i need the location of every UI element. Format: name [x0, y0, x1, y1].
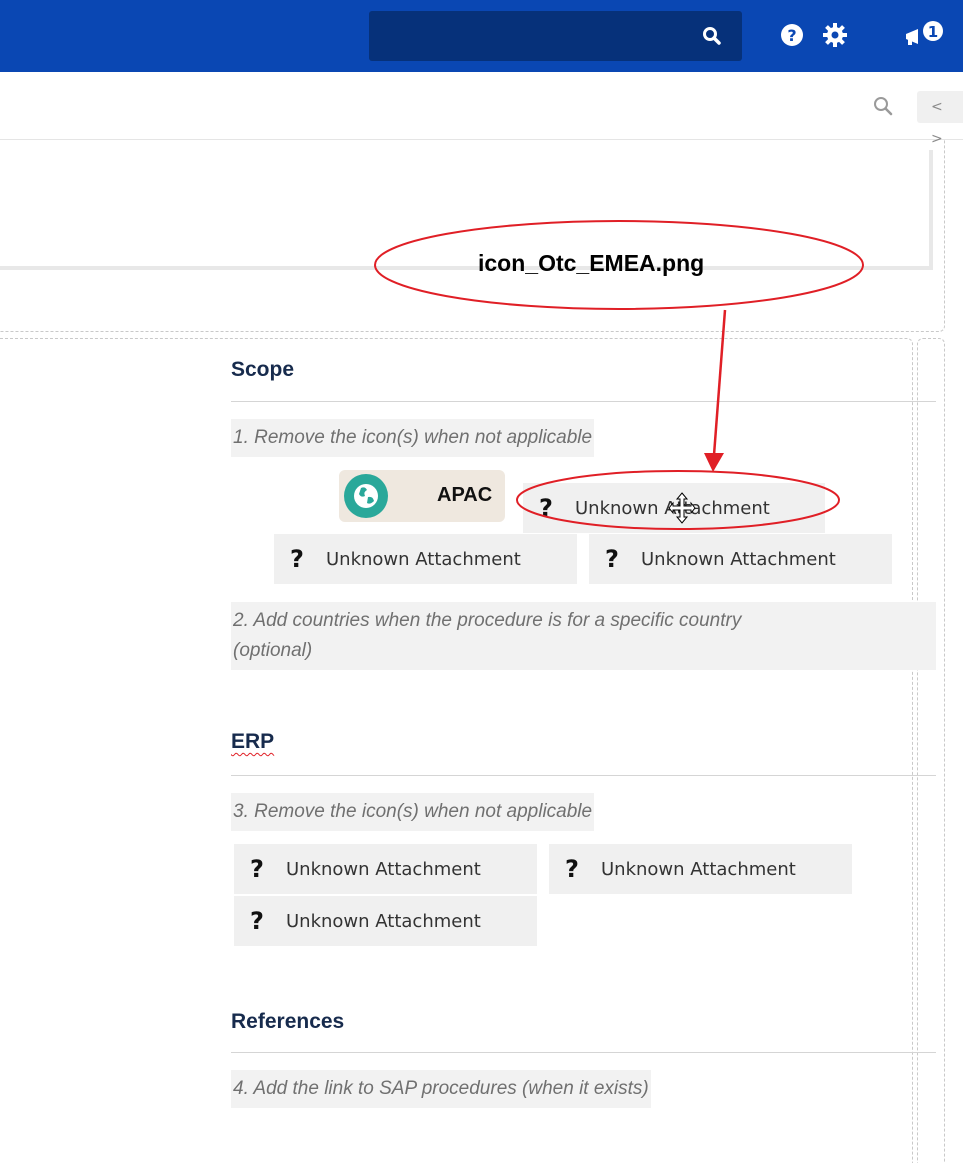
- attachment-label: Unknown Attachment: [326, 548, 521, 570]
- question-mark-icon: ?: [565, 855, 579, 883]
- notification-count-badge: 1: [928, 23, 938, 41]
- annotation-label: icon_Otc_EMEA.png: [478, 250, 705, 276]
- upper-inner-panel: [0, 150, 933, 270]
- references-instruction: 4. Add the link to SAP procedures (when …: [231, 1070, 651, 1108]
- erp-heading: ERP: [231, 730, 275, 753]
- search-icon[interactable]: [873, 96, 893, 116]
- attachment-label: Unknown Attachment: [286, 858, 481, 880]
- top-navigation-bar: ? 1: [0, 0, 963, 72]
- globe-icon: [344, 474, 388, 518]
- unknown-attachment[interactable]: ? Unknown Attachment: [274, 534, 577, 584]
- page-toolbar: < >: [0, 72, 963, 147]
- scope-divider: [231, 401, 936, 402]
- global-search-input[interactable]: [369, 11, 742, 61]
- right-column-frame: [917, 338, 945, 1163]
- gear-icon[interactable]: [822, 22, 848, 48]
- countries-instruction-line1: 2. Add countries when the procedure is f…: [233, 610, 742, 631]
- references-divider: [231, 1052, 936, 1053]
- svg-text:?: ?: [787, 26, 796, 45]
- left-column: [0, 338, 913, 1163]
- scope-heading: Scope: [231, 358, 295, 381]
- question-mark-icon: ?: [250, 855, 264, 883]
- search-icon[interactable]: [702, 26, 722, 46]
- references-heading: References: [231, 1010, 345, 1033]
- erp-instruction: 3. Remove the icon(s) when not applicabl…: [231, 793, 595, 831]
- question-mark-icon: ?: [250, 907, 264, 935]
- countries-instruction: 2. Add countries when the procedure is f…: [231, 602, 936, 670]
- code-toggle-button[interactable]: < >: [917, 91, 963, 147]
- apac-label: APAC: [437, 484, 493, 506]
- unknown-attachment[interactable]: ? Unknown Attachment: [234, 844, 537, 894]
- attachment-label: Unknown Attachment: [286, 910, 481, 932]
- unknown-attachment[interactable]: ? Unknown Attachment: [549, 844, 852, 894]
- unknown-attachment[interactable]: ? Unknown Attachment: [589, 534, 892, 584]
- countries-instruction-line2: (optional): [233, 640, 313, 661]
- question-mark-icon: ?: [290, 545, 304, 573]
- question-mark-icon: ?: [539, 494, 553, 522]
- attachment-label: Unknown Attachment: [641, 548, 836, 570]
- unknown-attachment[interactable]: ? Unknown Attachment: [234, 896, 537, 946]
- megaphone-icon[interactable]: 1: [904, 20, 944, 50]
- help-icon[interactable]: ?: [779, 22, 805, 48]
- question-mark-icon: ?: [605, 545, 619, 573]
- apac-region-icon[interactable]: APAC: [339, 470, 505, 522]
- erp-divider: [231, 775, 936, 776]
- move-cursor-icon: [668, 492, 696, 524]
- scope-instruction: 1. Remove the icon(s) when not applicabl…: [231, 419, 595, 457]
- attachment-label: Unknown Attachment: [601, 858, 796, 880]
